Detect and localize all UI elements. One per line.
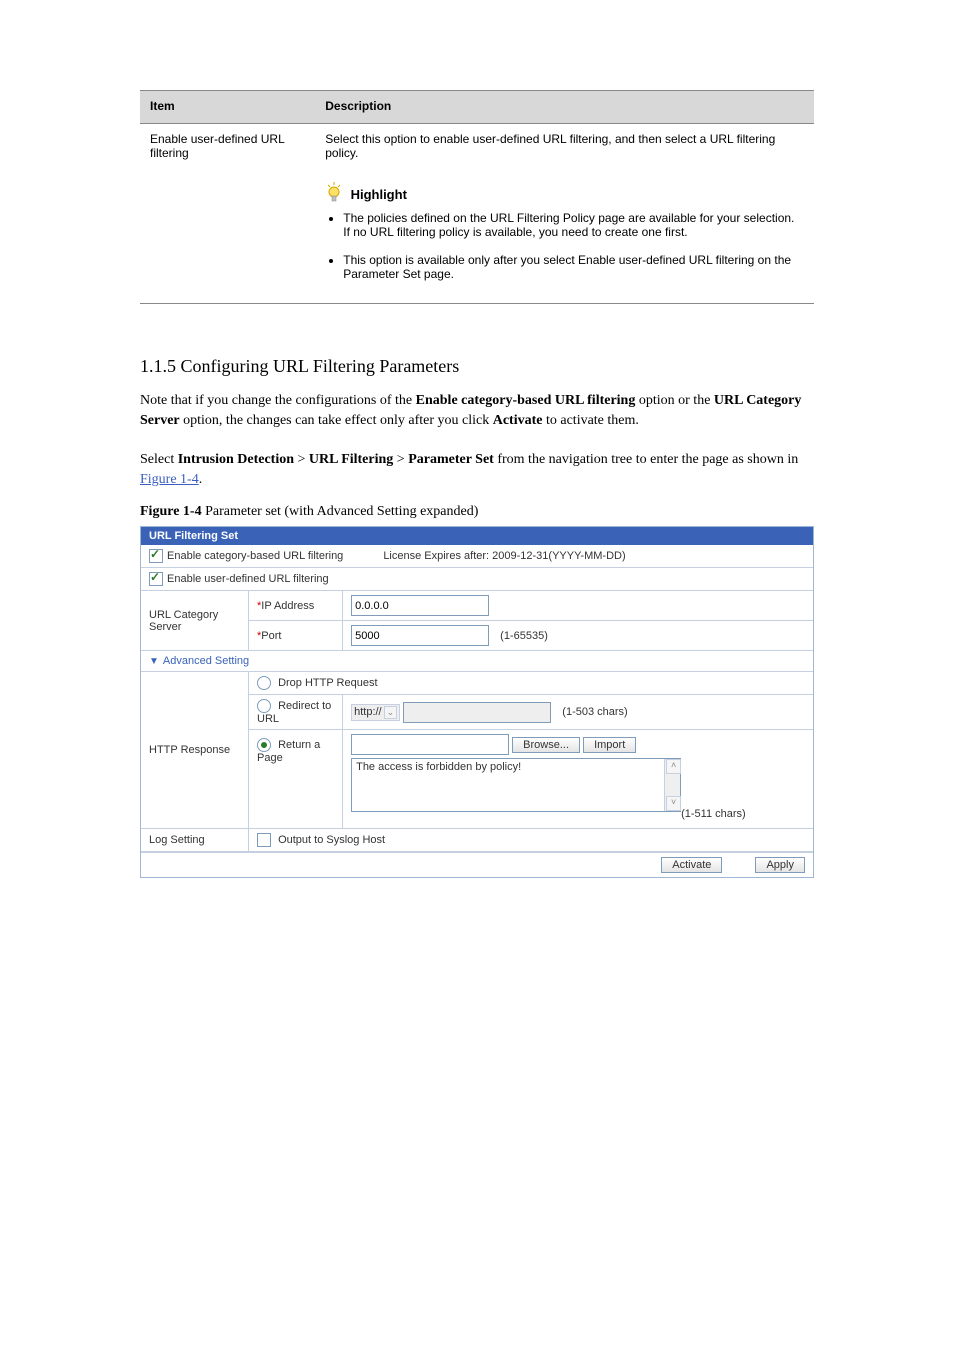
panel-footer: Activate Apply <box>141 852 813 877</box>
scrollbar[interactable]: ˄ ˅ <box>664 759 680 811</box>
protocol-select[interactable]: http://⌄ <box>351 704 400 721</box>
return-page-radio[interactable] <box>257 738 271 752</box>
enable-user-checkbox[interactable] <box>149 572 163 586</box>
port-input[interactable] <box>351 625 489 646</box>
chevron-down-icon: ⌄ <box>384 706 398 719</box>
http-response-label: HTTP Response <box>141 672 249 829</box>
redirect-url-input[interactable] <box>403 702 551 723</box>
scroll-up-icon[interactable]: ˄ <box>666 759 681 774</box>
scroll-down-icon[interactable]: ˅ <box>666 796 681 811</box>
activate-button[interactable]: Activate <box>661 857 722 873</box>
figure-caption: Figure 1-4 Parameter set (with Advanced … <box>140 504 814 520</box>
chevron-down-icon: ▼ <box>149 656 159 667</box>
license-text: License Expires after: 2009-12-31(YYYY-M… <box>383 550 625 562</box>
figure-link[interactable]: Figure 1-4 <box>140 472 199 487</box>
apply-button[interactable]: Apply <box>755 857 805 873</box>
url-category-server-label: URL Category Server <box>141 591 249 651</box>
redirect-radio[interactable] <box>257 699 271 713</box>
note-paragraph-2: Select Intrusion Detection > URL Filteri… <box>140 450 814 491</box>
panel-title: URL Filtering Set <box>141 527 813 545</box>
enable-user-row: Enable user-defined URL filtering <box>141 567 813 590</box>
note-paragraph-1: Note that if you change the configuratio… <box>140 391 814 432</box>
config-table: Item Description Enable user-defined URL… <box>140 90 814 304</box>
import-button[interactable]: Import <box>583 737 636 753</box>
table-row-label: Enable user-defined URL filtering <box>140 124 315 304</box>
return-page-message: The access is forbidden by policy! <box>356 761 521 773</box>
drop-http-label: Drop HTTP Request <box>278 677 377 689</box>
enable-user-label: Enable user-defined URL filtering <box>167 573 329 585</box>
figure-text: Parameter set (with Advanced Setting exp… <box>202 504 479 519</box>
file-path-input[interactable] <box>351 734 509 755</box>
redirect-hint: (1-503 chars) <box>562 706 627 718</box>
port-label: *Port <box>249 621 343 651</box>
highlight-bullet-1: The policies defined on the URL Filterin… <box>343 211 804 239</box>
return-page-textarea[interactable]: The access is forbidden by policy! ˄ ˅ <box>351 758 681 812</box>
section-heading: 1.1.5 Configuring URL Filtering Paramete… <box>140 356 814 377</box>
url-filtering-panel: URL Filtering Set Enable category-based … <box>140 526 814 878</box>
table-header-description: Description <box>315 91 814 124</box>
section-number: 1.1.5 <box>140 356 176 376</box>
lightbulb-icon <box>325 182 343 207</box>
enable-category-row: Enable category-based URL filtering Lice… <box>141 545 813 567</box>
page-hint: (1-511 chars) <box>681 808 746 820</box>
desc-text: Select this option to enable user-define… <box>325 132 804 160</box>
table-header-item: Item <box>140 91 315 124</box>
ip-address-input[interactable] <box>351 595 489 616</box>
syslog-checkbox[interactable] <box>257 833 271 847</box>
browse-button[interactable]: Browse... <box>512 737 580 753</box>
drop-http-radio[interactable] <box>257 676 271 690</box>
table-row-desc: Select this option to enable user-define… <box>315 124 814 304</box>
port-hint: (1-65535) <box>500 630 548 642</box>
syslog-label: Output to Syslog Host <box>278 834 385 846</box>
advanced-setting-toggle[interactable]: ▼Advanced Setting <box>141 651 813 672</box>
server-grid: URL Category Server *IP Address *Port (1… <box>141 590 813 852</box>
ip-address-label: *IP Address <box>249 591 343 621</box>
enable-category-label: Enable category-based URL filtering <box>167 550 343 562</box>
figure-label: Figure 1-4 <box>140 504 202 519</box>
enable-category-checkbox[interactable] <box>149 549 163 563</box>
highlight-bullet-2: This option is available only after you … <box>343 253 804 281</box>
highlight-label: Highlight <box>351 187 407 202</box>
section-title: Configuring URL Filtering Parameters <box>176 356 459 376</box>
log-setting-label: Log Setting <box>141 829 249 852</box>
